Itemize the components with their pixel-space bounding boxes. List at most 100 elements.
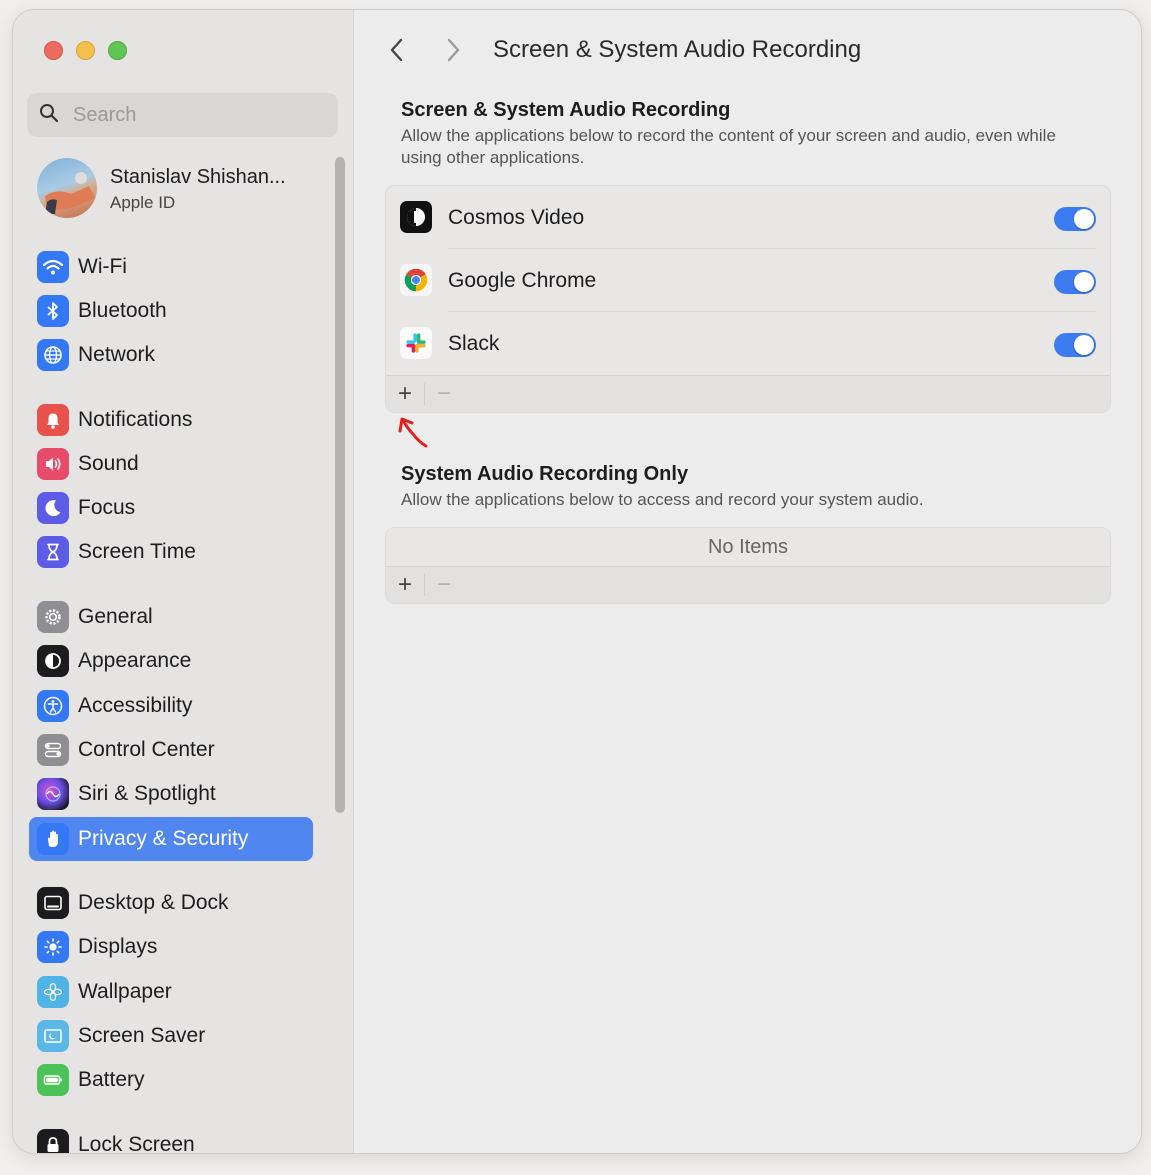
- sidebar-item-lock-screen[interactable]: Lock Screen: [29, 1125, 313, 1154]
- globe-icon: [37, 339, 69, 371]
- wifi-icon: [37, 251, 69, 283]
- accessibility-icon: [37, 690, 69, 722]
- zoom-window-button[interactable]: [108, 41, 127, 60]
- app-row-slack: Slack: [386, 312, 1110, 375]
- bluetooth-icon: [37, 295, 69, 327]
- section-description-system-audio: Allow the applications below to access a…: [401, 490, 924, 509]
- sidebar-item-label: Screen Saver: [78, 1024, 206, 1047]
- sidebar-item-label: Wallpaper: [78, 980, 172, 1003]
- system-settings-window: Search Stanislav Shishan... Apple ID Wi-…: [12, 9, 1142, 1154]
- section-title-system-audio: System Audio Recording Only: [401, 463, 689, 485]
- app-row-google-chrome: Google Chrome: [386, 249, 1110, 312]
- sidebar: Search Stanislav Shishan... Apple ID Wi-…: [13, 10, 354, 1153]
- sidebar-item-desktop-dock[interactable]: Desktop & Dock: [29, 883, 313, 923]
- remove-audio-app-button[interactable]: −: [425, 567, 463, 603]
- close-window-button[interactable]: [44, 41, 63, 60]
- sidebar-item-label: Focus: [78, 496, 136, 519]
- hand-icon: [37, 823, 69, 855]
- page-title: Screen & System Audio Recording: [493, 36, 862, 63]
- system-audio-app-list: No Items + −: [385, 527, 1111, 604]
- sidebar-item-control-center[interactable]: Control Center: [29, 730, 313, 770]
- main-content: Screen & System Audio Recording Screen &…: [354, 10, 1141, 1153]
- gear-icon: [37, 601, 69, 633]
- sidebar-item-label: Lock Screen: [78, 1133, 195, 1154]
- slack-toggle[interactable]: [1054, 333, 1096, 357]
- sidebar-item-label: Displays: [78, 935, 158, 958]
- sidebar-item-notifications[interactable]: Notifications: [29, 400, 313, 440]
- sidebar-item-wallpaper[interactable]: Wallpaper: [29, 972, 313, 1012]
- section-title-screen-recording: Screen & System Audio Recording: [401, 99, 731, 121]
- sidebar-item-label: Privacy & Security: [78, 827, 249, 850]
- sidebar-item-privacy-security[interactable]: Privacy & Security: [29, 817, 313, 861]
- chevron-right-icon: [447, 38, 460, 62]
- sidebar-item-label: Bluetooth: [78, 299, 167, 322]
- chrome-icon: [400, 264, 432, 296]
- section-description-screen-recording: Allow the applications below to record t…: [401, 126, 1056, 167]
- cosmos-video-icon: [400, 201, 432, 233]
- add-app-button[interactable]: +: [386, 376, 424, 412]
- sidebar-item-label: Network: [78, 343, 156, 366]
- sidebar-item-bluetooth[interactable]: Bluetooth: [29, 291, 313, 331]
- sidebar-item-accessibility[interactable]: Accessibility: [29, 686, 313, 726]
- sidebar-item-label: Sound: [78, 452, 139, 475]
- sidebar-item-label: Battery: [78, 1068, 145, 1091]
- sidebar-item-sound[interactable]: Sound: [29, 444, 313, 484]
- red-arrow-annotation: [398, 417, 428, 448]
- cosmos-video-toggle[interactable]: [1054, 207, 1096, 231]
- sidebar-item-label: General: [78, 605, 153, 628]
- control-center-icon: [37, 734, 69, 766]
- bell-icon: [37, 404, 69, 436]
- toggle-knob: [1074, 209, 1094, 229]
- sidebar-item-general[interactable]: General: [29, 597, 313, 637]
- sidebar-item-siri-spotlight[interactable]: Siri & Spotlight: [29, 774, 313, 814]
- app-row-cosmos-video: Cosmos Video: [386, 186, 1110, 249]
- sun-icon: [37, 931, 69, 963]
- dock-icon: [37, 887, 69, 919]
- app-name: Slack: [448, 332, 500, 355]
- search-field[interactable]: Search: [27, 93, 338, 137]
- minimize-window-button[interactable]: [76, 41, 95, 60]
- toggle-knob: [1074, 335, 1094, 355]
- profile-subtitle: Apple ID: [110, 193, 176, 212]
- sidebar-item-screen-saver[interactable]: Screen Saver: [29, 1016, 313, 1056]
- search-icon: [39, 103, 59, 128]
- remove-app-button[interactable]: −: [425, 376, 463, 412]
- list-toolbar: + −: [386, 375, 1110, 412]
- siri-icon: [37, 778, 69, 810]
- forward-button[interactable]: [441, 36, 465, 64]
- sidebar-item-screen-time[interactable]: Screen Time: [29, 532, 313, 572]
- sidebar-item-battery[interactable]: Battery: [29, 1060, 313, 1100]
- toggle-knob: [1074, 272, 1094, 292]
- sidebar-item-network[interactable]: Network: [29, 335, 313, 375]
- sidebar-item-label: Accessibility: [78, 694, 193, 717]
- list-toolbar: + −: [386, 566, 1110, 603]
- slack-icon: [400, 327, 432, 359]
- moon-icon: [37, 492, 69, 524]
- sidebar-item-wifi[interactable]: Wi-Fi: [29, 247, 313, 287]
- chevron-left-icon: [390, 38, 403, 62]
- battery-icon: [37, 1064, 69, 1096]
- speaker-icon: [37, 448, 69, 480]
- add-audio-app-button[interactable]: +: [386, 567, 424, 603]
- sidebar-item-focus[interactable]: Focus: [29, 488, 313, 528]
- sidebar-item-appearance[interactable]: Appearance: [29, 641, 313, 681]
- lock-icon: [37, 1129, 69, 1153]
- apple-id-profile[interactable]: Stanislav Shishan... Apple ID: [37, 158, 327, 218]
- search-placeholder: Search: [73, 103, 137, 126]
- app-name: Google Chrome: [448, 269, 597, 292]
- sidebar-item-label: Control Center: [78, 738, 215, 761]
- sidebar-item-label: Notifications: [78, 408, 193, 431]
- google-chrome-toggle[interactable]: [1054, 270, 1096, 294]
- profile-name: Stanislav Shishan...: [110, 166, 286, 188]
- empty-list-message: No Items: [386, 528, 1110, 566]
- hourglass-icon: [37, 536, 69, 568]
- avatar: [37, 158, 97, 218]
- sidebar-item-label: Siri & Spotlight: [78, 782, 216, 805]
- back-button[interactable]: [385, 36, 409, 64]
- sidebar-item-label: Wi-Fi: [78, 255, 127, 278]
- sidebar-scrollbar[interactable]: [335, 157, 345, 813]
- screen-recording-app-list: Cosmos Video Google Chrome Slack + −: [385, 185, 1111, 413]
- sidebar-item-label: Screen Time: [78, 540, 196, 563]
- appearance-icon: [37, 645, 69, 677]
- sidebar-item-displays[interactable]: Displays: [29, 927, 313, 967]
